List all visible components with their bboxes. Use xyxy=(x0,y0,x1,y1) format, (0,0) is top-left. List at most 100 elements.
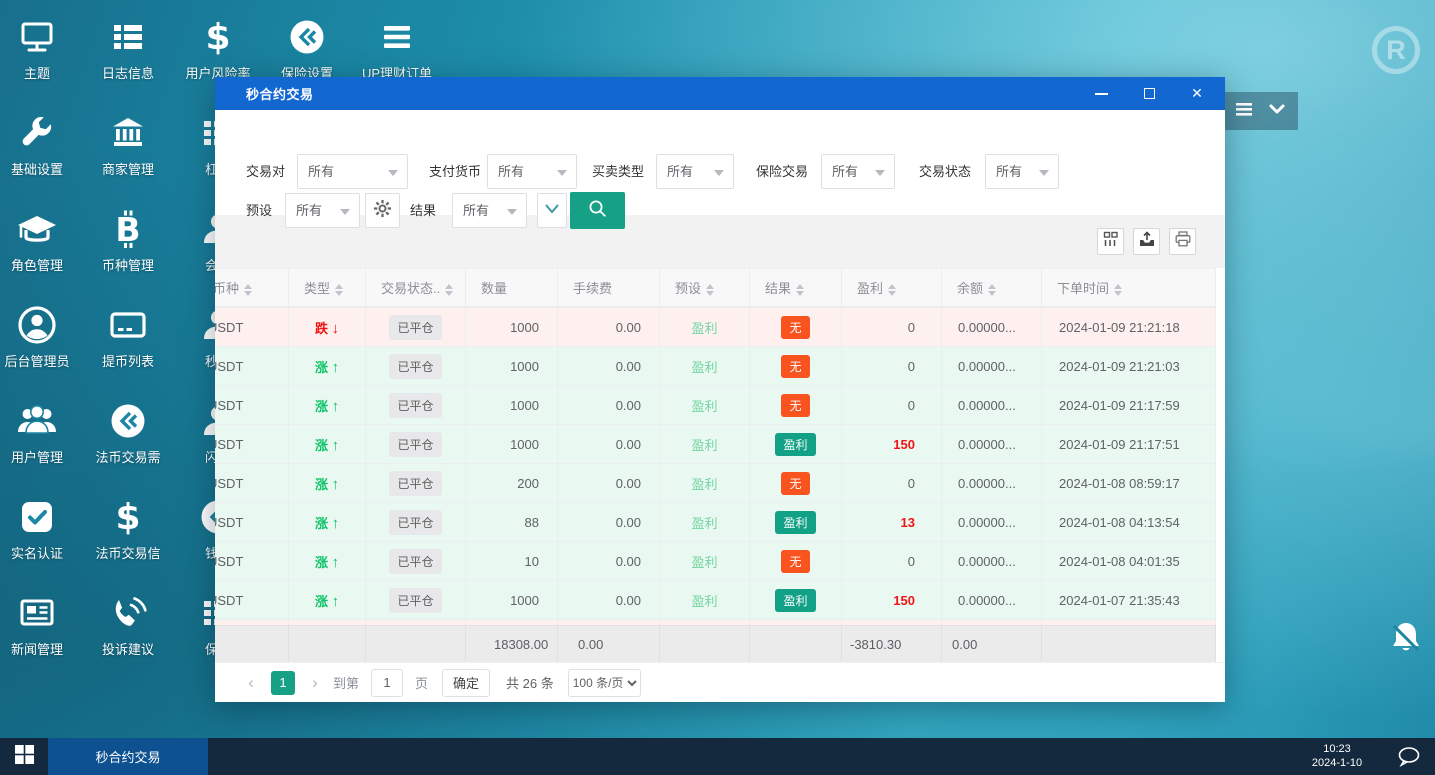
cell-direction: 涨 ↑ xyxy=(288,580,366,620)
filter-select-支付货币[interactable]: 所有 xyxy=(487,154,577,189)
sort-caret-icon[interactable] xyxy=(244,283,253,296)
sort-caret-icon[interactable] xyxy=(706,283,715,296)
desktop-icon-新闻管理[interactable]: 新闻管理 xyxy=(0,590,82,658)
minimize-button[interactable] xyxy=(1086,82,1116,106)
expand-filters-button[interactable] xyxy=(537,193,567,228)
desktop-icon-用户风险率[interactable]: $ 用户风险率 xyxy=(173,14,263,82)
cell-preset: 盈利 xyxy=(659,502,750,542)
column-header-数量: 数量 xyxy=(465,268,558,307)
goto-page-input[interactable] xyxy=(371,668,404,697)
start-button[interactable] xyxy=(0,738,48,775)
search-button[interactable] xyxy=(570,192,625,229)
bitcoin-icon: B xyxy=(83,206,173,252)
card-icon xyxy=(83,302,173,348)
cell-status: 已平仓 xyxy=(365,385,466,425)
sort-caret-icon[interactable] xyxy=(1114,283,1123,296)
desktop-icon-角色管理[interactable]: 角色管理 xyxy=(0,206,82,274)
column-header-币种[interactable]: 币种 xyxy=(215,268,289,307)
next-page-button[interactable]: › xyxy=(303,673,327,693)
result-filter-select[interactable]: 所有 xyxy=(452,193,527,228)
cell-coin: USDT xyxy=(215,502,289,542)
chevron-down-icon xyxy=(388,170,398,176)
table-row: USDT涨 ↑已平仓10000.00盈利盈利1500.00000...2024-… xyxy=(215,424,1216,464)
sort-caret-icon[interactable] xyxy=(335,283,344,296)
desktop-icon-日志信息[interactable]: 日志信息 xyxy=(83,14,173,82)
close-button[interactable]: ✕ xyxy=(1182,82,1212,106)
column-header-类型[interactable]: 类型 xyxy=(288,268,366,307)
desktop-icon-label: 后台管理员 xyxy=(4,354,70,369)
column-settings-button[interactable] xyxy=(1097,228,1124,255)
desktop-icon-基础设置[interactable]: 基础设置 xyxy=(0,110,82,178)
summary-cell xyxy=(288,625,366,662)
goto-page-label: 到第 xyxy=(333,676,360,691)
cell-balance: 0.00000... xyxy=(941,502,1042,542)
cell-direction: 涨 ↑ xyxy=(288,463,366,503)
cell-order-time: 2024-01-08 04:01:35 xyxy=(1041,541,1216,581)
column-header-余额[interactable]: 余额 xyxy=(941,268,1042,307)
bell-muted-icon[interactable] xyxy=(1389,620,1423,661)
summary-cell xyxy=(1041,625,1216,662)
column-header-下单时间[interactable]: 下单时间 xyxy=(1041,268,1216,307)
desktop-icon-投诉建议[interactable]: 投诉建议 xyxy=(83,590,173,658)
filter-label-交易对: 交易对 xyxy=(246,164,286,179)
cell-quantity: 88 xyxy=(465,502,558,542)
filter-select-交易对[interactable]: 所有 xyxy=(297,154,408,189)
filter-select-买卖类型[interactable]: 所有 xyxy=(656,154,734,189)
chevron-down-icon xyxy=(875,170,885,176)
taskbar-task-second-contract[interactable]: 秒合约交易 xyxy=(48,738,208,775)
column-header-结果[interactable]: 结果 xyxy=(749,268,842,307)
desktop-icon-后台管理员[interactable]: 后台管理员 xyxy=(0,302,82,370)
desktop-icon-币种管理[interactable]: B 币种管理 xyxy=(83,206,173,274)
chevron-down-icon[interactable] xyxy=(1268,102,1286,121)
per-page-select[interactable]: 100 条/页 xyxy=(567,668,641,697)
preset-settings-button[interactable] xyxy=(365,193,400,228)
sort-caret-icon[interactable] xyxy=(445,283,454,296)
cell-order-time: 2024-01-07 21:35:43 xyxy=(1041,580,1216,620)
confirm-page-button[interactable]: 确定 xyxy=(442,668,491,697)
cell-direction: 涨 ↑ xyxy=(288,541,366,581)
cell-direction: 涨 ↑ xyxy=(288,385,366,425)
chat-bubble-icon[interactable] xyxy=(1397,746,1421,772)
filter-select-交易状态[interactable]: 所有 xyxy=(985,154,1059,189)
desktop-icon-商家管理[interactable]: 商家管理 xyxy=(83,110,173,178)
cell-direction: 涨 ↑ xyxy=(288,502,366,542)
sort-caret-icon[interactable] xyxy=(796,283,805,296)
sort-caret-icon[interactable] xyxy=(888,283,897,296)
desktop-icon-实名认证[interactable]: 实名认证 xyxy=(0,494,82,562)
column-header-预设[interactable]: 预设 xyxy=(659,268,750,307)
export-button[interactable] xyxy=(1133,228,1160,255)
menu-icon xyxy=(352,14,442,60)
table-body-viewport[interactable]: USDT跌 ↓已平仓10000.00盈利无00.00000...2024-01-… xyxy=(215,307,1225,625)
maximize-button[interactable] xyxy=(1134,82,1164,106)
prev-page-button[interactable]: ‹ xyxy=(239,673,263,693)
cell-preset: 盈利 xyxy=(659,541,750,581)
preset-filter-label: 预设 xyxy=(246,203,273,218)
desktop-icon-保险设置[interactable]: 保险设置 xyxy=(262,14,352,82)
cell-coin: USDT xyxy=(215,541,289,581)
cell-profit: 0 xyxy=(841,307,942,347)
desktop-icon-UP理财订单[interactable]: UP理财订单 xyxy=(352,14,442,82)
window-titlebar[interactable]: 秒合约交易 ✕ xyxy=(215,77,1225,110)
current-page-button[interactable]: 1 xyxy=(271,670,295,695)
total-count-label: 共 26 条 xyxy=(506,676,554,691)
cell-status: 已平仓 xyxy=(365,307,466,347)
desktop-icon-提币列表[interactable]: 提币列表 xyxy=(83,302,173,370)
column-header-交易状态..[interactable]: 交易状态.. xyxy=(365,268,466,307)
cell-balance: 0.00000... xyxy=(941,463,1042,503)
menu-icon[interactable] xyxy=(1235,101,1253,122)
desktop-icon-用户管理[interactable]: 用户管理 xyxy=(0,398,82,466)
taskbar: 秒合约交易 10:23 2024-1-10 xyxy=(0,738,1435,775)
print-button[interactable] xyxy=(1169,228,1196,255)
cell-coin: USDT xyxy=(215,580,289,620)
desktop-icon-主题[interactable]: 主题 xyxy=(0,14,82,82)
preset-filter-select[interactable]: 所有 xyxy=(285,193,360,228)
column-header-盈利[interactable]: 盈利 xyxy=(841,268,942,307)
filter-select-保险交易[interactable]: 所有 xyxy=(821,154,895,189)
desktop-icon-法币交易信[interactable]: $ 法币交易信 xyxy=(83,494,173,562)
desktop-icon-法币交易需[interactable]: 法币交易需 xyxy=(83,398,173,466)
sort-caret-icon[interactable] xyxy=(988,283,997,296)
cell-profit: 0 xyxy=(841,463,942,503)
cell-preset: 盈利 xyxy=(659,424,750,464)
cell-fee: 0.00 xyxy=(557,385,660,425)
phone-icon xyxy=(83,590,173,636)
